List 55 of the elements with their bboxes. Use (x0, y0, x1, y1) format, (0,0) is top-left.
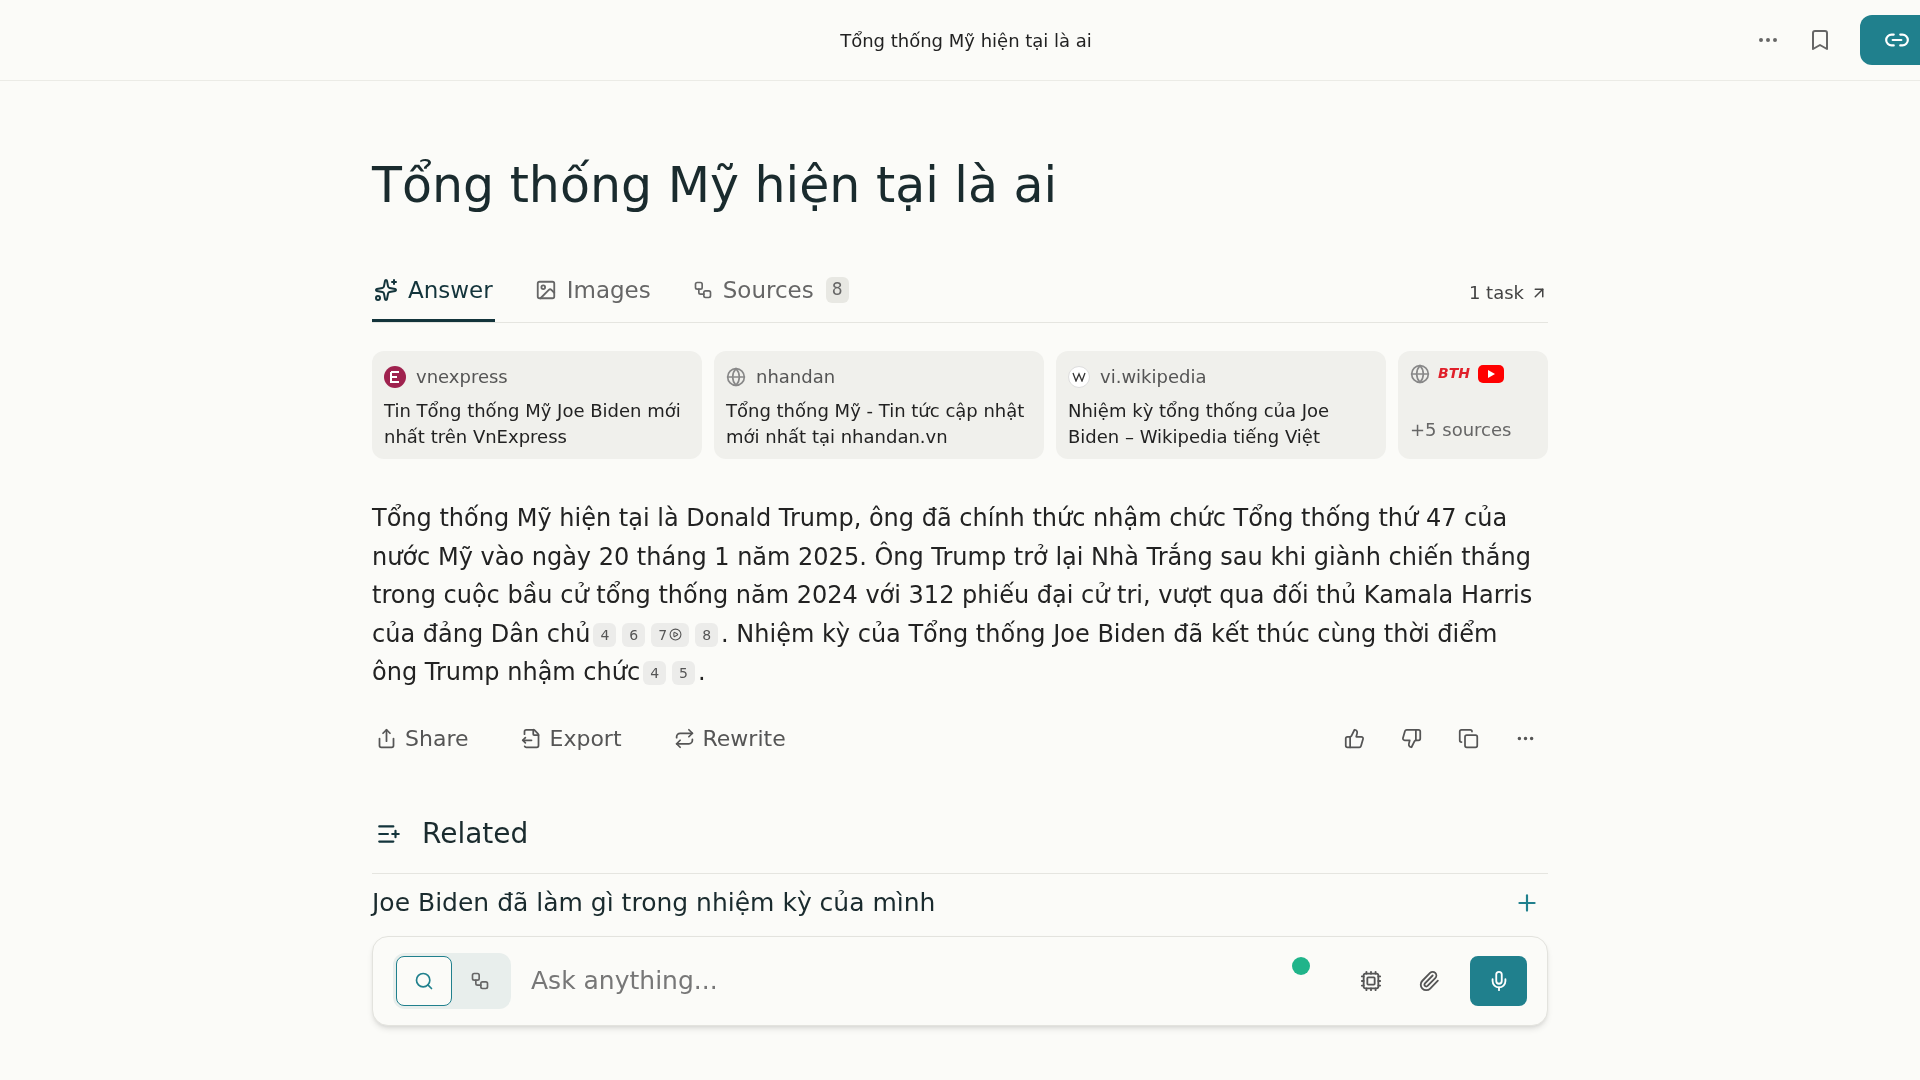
video-logo-icon (1477, 364, 1504, 383)
citation-badge[interactable]: 7 (651, 622, 690, 647)
tab[interactable]: Images (532, 272, 653, 323)
action-button[interactable]: Rewrite (669, 721, 790, 755)
citation-badge[interactable]: 5 (672, 661, 695, 686)
image-icon (534, 278, 557, 301)
source-site: vnexpress (416, 365, 508, 390)
source-title: Tổng thống Mỹ - Tin tức cập nhật mới nhất tại nhandan.vn (726, 399, 1026, 450)
source-site: vi.wikipedia (1100, 365, 1207, 390)
source-card[interactable]: vnexpress Tin Tổng thống Mỹ Joe Biden mới nhất trên VnExpress (372, 351, 702, 460)
search-icon (414, 970, 434, 991)
nodes-icon (470, 970, 490, 991)
sparkle-icon (374, 277, 398, 302)
citation-badge[interactable]: 4 (643, 661, 667, 686)
link-button[interactable] (1860, 15, 1920, 65)
page-title: Tổng thống Mỹ hiện tại là ai (840, 28, 1092, 53)
wiki-logo-icon (1068, 365, 1090, 388)
paperclip-icon[interactable] (1418, 969, 1440, 992)
related-question[interactable]: Joe Biden đã làm gì trong nhiệm kỳ của mình (372, 884, 936, 922)
citation-badge[interactable]: 4 (593, 622, 617, 647)
brand-logo: BTH (1438, 364, 1470, 384)
thumbs-up-icon[interactable] (1344, 727, 1365, 749)
repeat-icon (673, 727, 695, 749)
action-button[interactable]: Export (516, 721, 626, 755)
more-sources-card[interactable]: BTH +5 sources (1398, 351, 1548, 460)
tab[interactable]: Sources 8 (690, 272, 851, 323)
source-title: Nhiệm kỳ tổng thống của Joe Biden – Wikipedia tiếng Việt (1068, 399, 1331, 450)
share-icon (376, 727, 397, 749)
play-icon (669, 628, 683, 642)
source-title: Tin Tổng thống Mỹ Joe Biden mới nhất trên VnExpress (384, 399, 682, 450)
globe-icon (1410, 363, 1430, 384)
tab[interactable]: Answer (372, 272, 495, 323)
mode-toggle[interactable] (396, 955, 452, 1006)
related-heading: Related (422, 815, 529, 852)
source-site: nhandan (756, 365, 836, 390)
site-logo-icon (384, 365, 406, 388)
citation-badge[interactable]: 6 (622, 622, 646, 647)
source-card[interactable]: vi.wikipedia Nhiệm kỳ tổng thống của Joe Biden – Wikipedia tiếng Việt (1056, 351, 1386, 460)
ask-input[interactable]: Ask anything... (531, 962, 1292, 1000)
file-icon (520, 727, 542, 749)
thumbs-down-icon[interactable] (1401, 727, 1422, 749)
globe-icon (726, 366, 746, 387)
action-button[interactable]: Share (372, 721, 473, 755)
citation-badge[interactable]: 8 (695, 622, 719, 647)
chip-icon[interactable] (1360, 969, 1382, 992)
task-link[interactable]: 1 task (1468, 279, 1548, 307)
copy-icon[interactable] (1458, 727, 1479, 749)
query-heading: Tổng thống Mỹ hiện tại là ai (372, 156, 1059, 216)
source-card[interactable]: nhandan Tổng thống Mỹ - Tin tức cập nhật mới nhất tại nhandan.vn (714, 351, 1044, 460)
count-badge: 8 (825, 277, 849, 303)
microphone-button[interactable] (1470, 955, 1527, 1006)
dots-icon (692, 279, 713, 300)
ask-input-bar[interactable]: Ask anything... (372, 935, 1548, 1026)
more-sources-label: +5 sources (1410, 418, 1513, 443)
answer-paragraph: Tổng thống Mỹ hiện tại là Donald Trump, ông đã chính thức nhậm chức Tổng thống thứ 47 của nước Mỹ vào ngày 20 tháng 1 năm 2025. Ông Trump trở lại Nhà Trắng sau khi giành chiến thắng trong cuộc bầu cử tổng thống năm 2024 với 312 phiếu đại cử tri, vượt qua đối thủ Kamala Harris của đảng Dân chủ 4 6 7 8 . Nhiệm kỳ của Tổng thống Joe Biden đã kết thúc cùng thời điểm ông Trump nhậm chức 4 5 . (372, 503, 1534, 689)
